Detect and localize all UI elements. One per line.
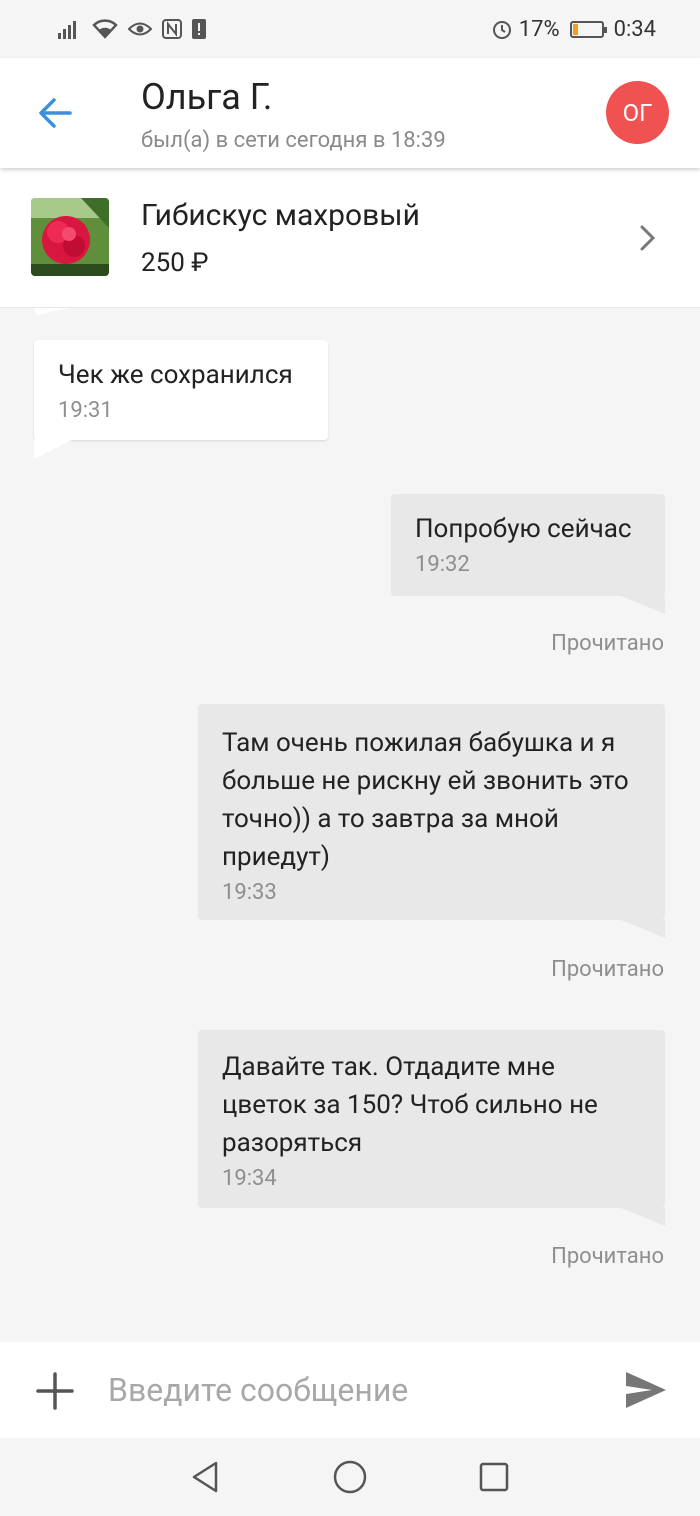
battery-icon — [569, 20, 607, 38]
alarm-icon — [492, 21, 511, 39]
eye-icon — [128, 22, 152, 36]
back-arrow-icon[interactable] — [34, 92, 76, 134]
message-time: 19:31 — [58, 398, 113, 423]
message-composer — [0, 1342, 700, 1438]
bubble-tail — [34, 439, 74, 459]
message-incoming[interactable]: Чек же сохранился 19:31 — [34, 340, 328, 440]
product-card[interactable]: Гибискус махровый 250 ₽ — [0, 168, 700, 308]
message-input[interactable] — [108, 1362, 588, 1418]
chevron-right-icon — [640, 225, 656, 251]
message-time: 19:33 — [222, 880, 277, 905]
bubble-tail — [621, 1208, 665, 1226]
signal-icon — [58, 21, 76, 39]
message-time: 19:32 — [415, 552, 470, 577]
message-outgoing[interactable]: Давайте так. Отдадите мне цветок за 150?… — [198, 1030, 665, 1208]
contact-last-seen: был(а) в сети сегодня в 18:39 — [141, 128, 446, 153]
nfc-icon — [162, 19, 182, 39]
nav-home-icon[interactable] — [332, 1459, 368, 1495]
message-text: Давайте так. Отдадите мне цветок за 150?… — [222, 1052, 598, 1158]
status-bar: 17% 0:34 — [0, 0, 700, 58]
avatar[interactable]: ОГ — [606, 81, 669, 144]
chat-header: Ольга Г. был(а) в сети сегодня в 18:39 О… — [0, 58, 700, 168]
nav-back-icon[interactable] — [188, 1459, 224, 1495]
system-nav-bar — [0, 1438, 700, 1516]
read-receipt: Прочитано — [551, 631, 664, 656]
message-outgoing[interactable]: Попробую сейчас 19:32 — [391, 494, 665, 596]
bubble-tail — [621, 596, 665, 614]
read-receipt: Прочитано — [551, 957, 664, 982]
product-title: Гибискус махровый — [141, 198, 420, 233]
send-icon[interactable] — [624, 1370, 668, 1410]
product-price: 250 ₽ — [141, 248, 209, 278]
read-receipt: Прочитано — [551, 1244, 664, 1269]
message-outgoing[interactable]: Там очень пожилая бабушка и я больше не … — [198, 704, 665, 920]
message-text: Чек же сохранился — [58, 360, 293, 390]
contact-name[interactable]: Ольга Г. — [141, 76, 272, 118]
nav-recents-icon[interactable] — [476, 1459, 512, 1495]
clock: 0:34 — [613, 16, 656, 42]
message-time: 19:34 — [222, 1166, 277, 1191]
message-text: Там очень пожилая бабушка и я больше не … — [222, 728, 629, 872]
battery-percent: 17% — [518, 16, 560, 42]
plus-icon[interactable] — [36, 1372, 74, 1410]
bubble-tail — [34, 307, 74, 315]
product-image — [31, 198, 109, 276]
alert-icon — [192, 19, 206, 39]
wifi-icon — [92, 19, 118, 39]
message-text: Попробую сейчас — [415, 514, 632, 544]
bubble-tail — [621, 920, 665, 938]
